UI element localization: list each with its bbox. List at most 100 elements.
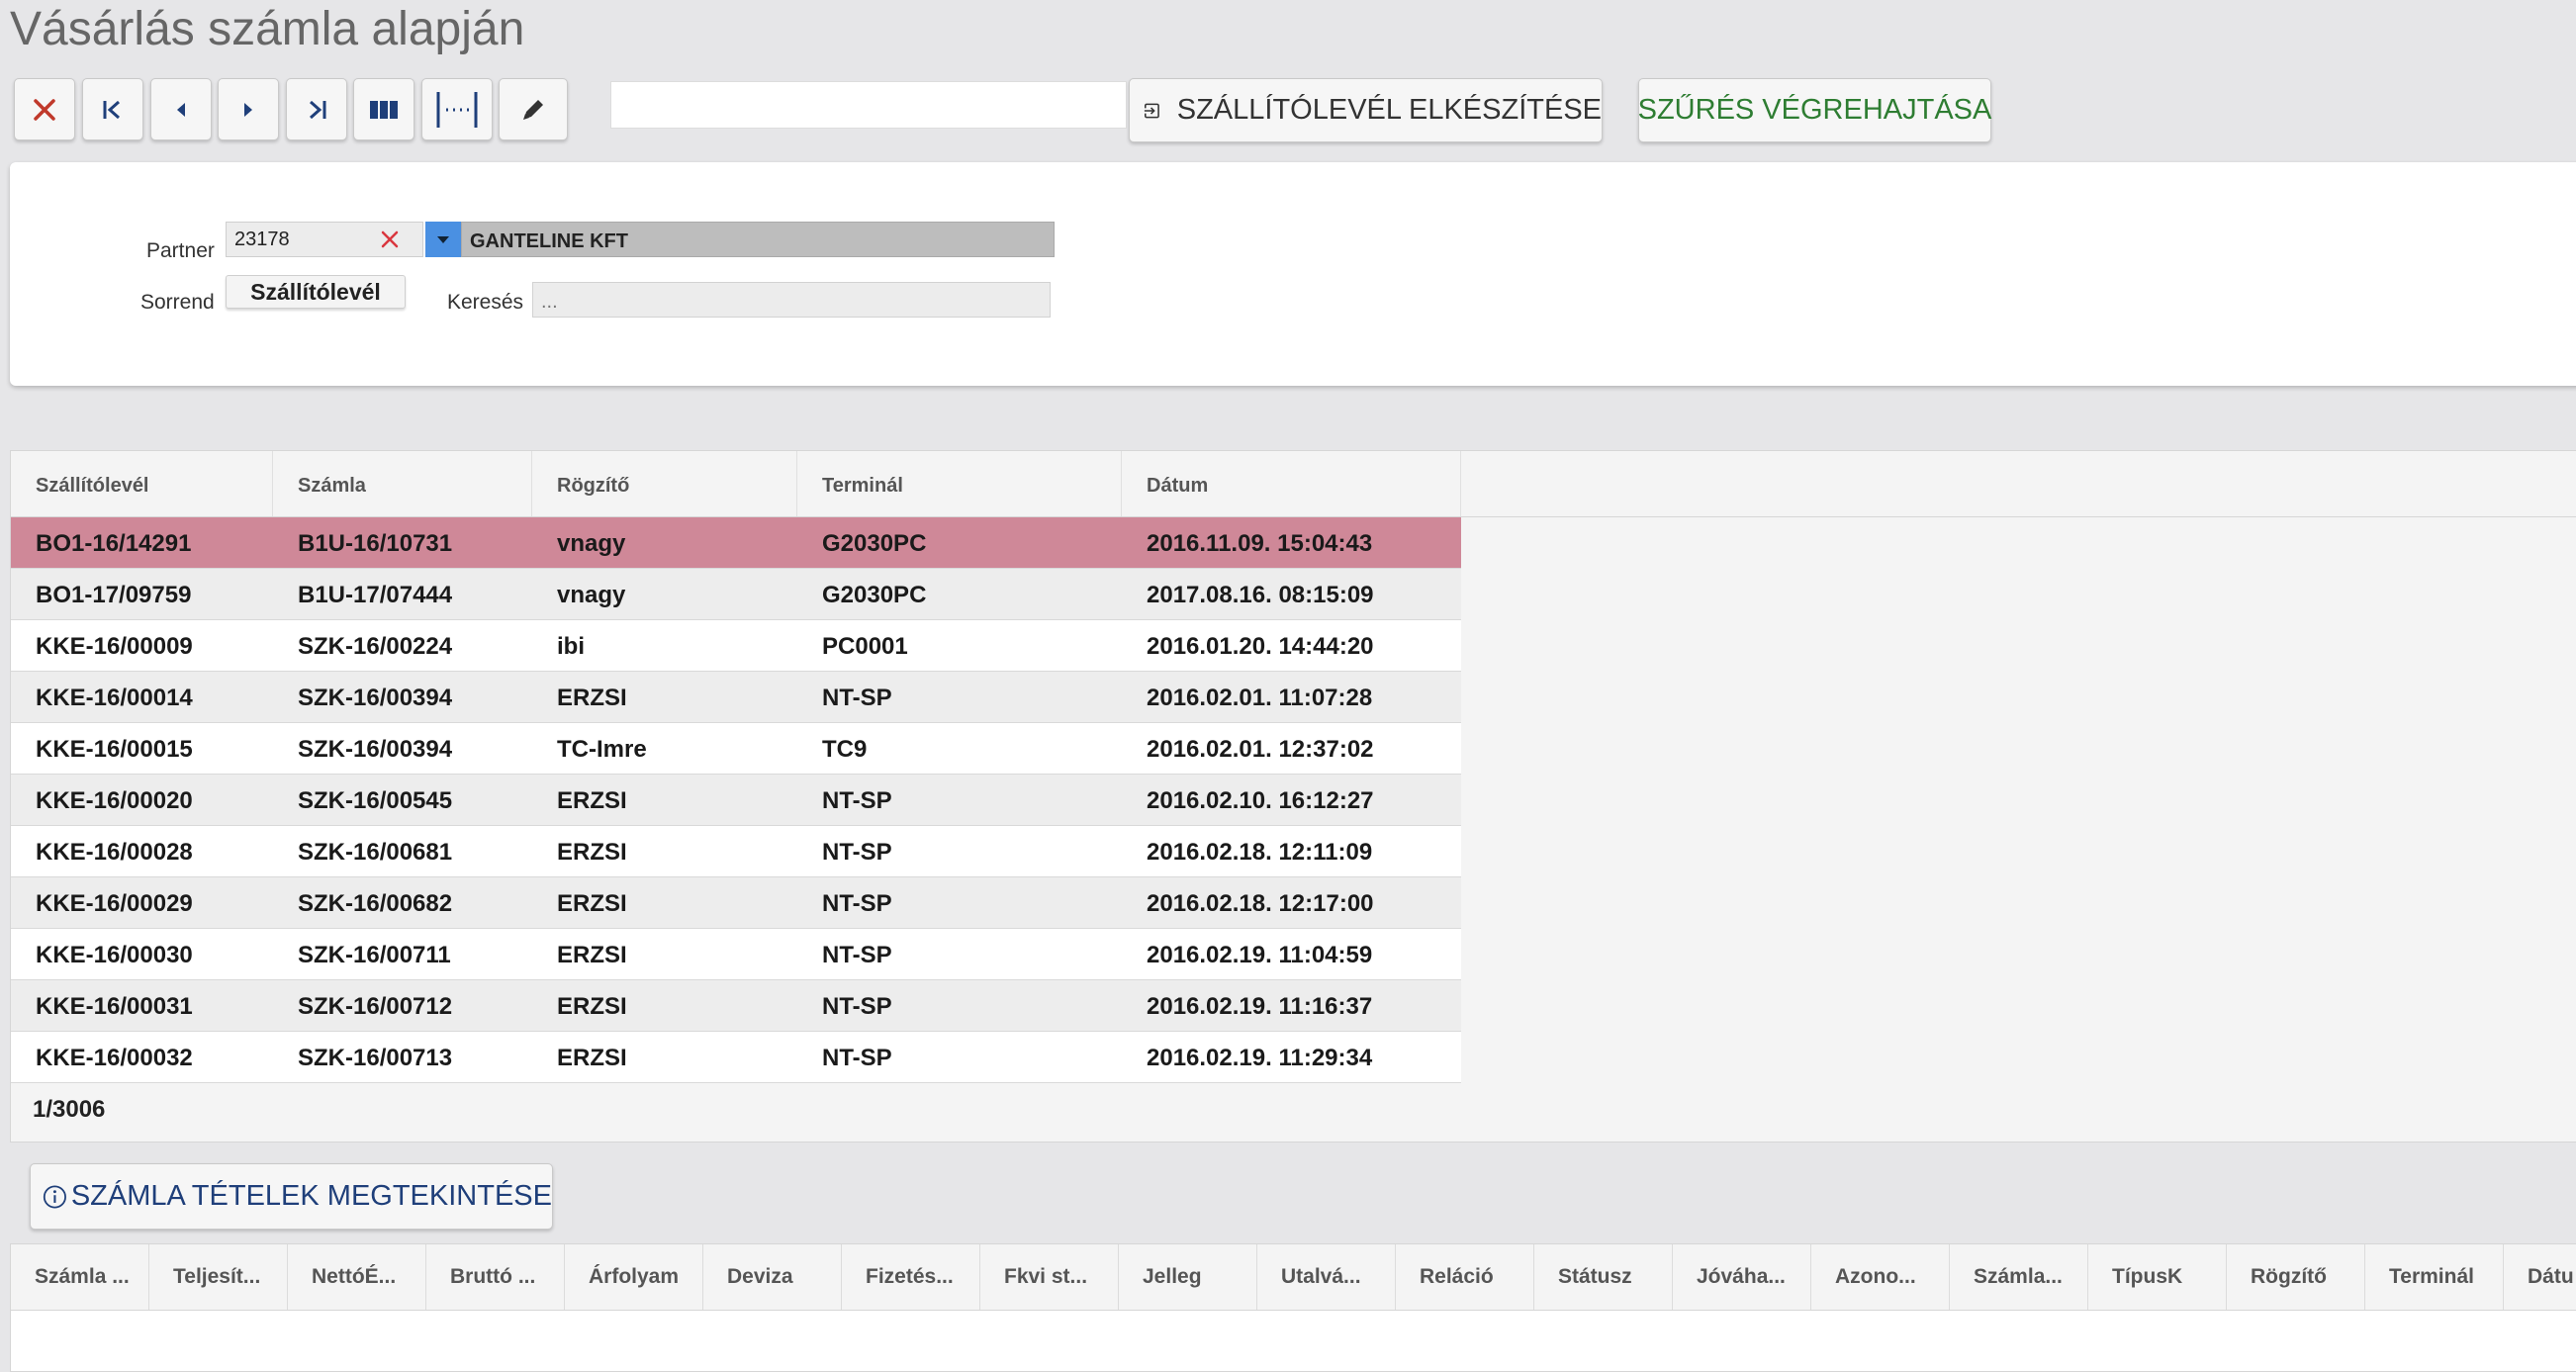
table-row[interactable]: KKE-16/00030 SZK-16/00711 ERZSI NT-SP 2016.0… (11, 929, 1461, 980)
detail-col-header[interactable]: Státusz (1534, 1244, 1673, 1310)
detail-col-header[interactable]: Jóváha... (1673, 1244, 1811, 1310)
cell-terminal: NT-SP (822, 839, 892, 866)
clear-icon (381, 230, 399, 248)
cell-delivery-note: KKE-16/00015 (36, 736, 193, 763)
detail-col-header[interactable]: Fizetés... (842, 1244, 980, 1310)
cell-delivery-note: KKE-16/00030 (36, 942, 193, 968)
column-width-icon (436, 91, 478, 128)
cell-date: 2016.02.01. 11:07:28 (1147, 685, 1373, 711)
cell-invoice: SZK-16/00711 (298, 942, 451, 968)
table-row[interactable]: KKE-16/00028 SZK-16/00681 ERZSI NT-SP 2016.0… (11, 826, 1461, 877)
detail-col-header[interactable]: Árfolyam (565, 1244, 703, 1310)
cell-date: 2016.02.01. 12:37:02 (1147, 736, 1374, 763)
cell-terminal: NT-SP (822, 685, 892, 711)
cell-recorder: ERZSI (557, 1045, 627, 1071)
table-row[interactable]: KKE-16/00032 SZK-16/00713 ERZSI NT-SP 2016.0… (11, 1032, 1461, 1083)
cell-delivery-note: KKE-16/00029 (36, 890, 193, 917)
search-input[interactable]: ... (532, 282, 1051, 318)
cell-date: 2016.02.18. 12:17:00 (1147, 890, 1374, 917)
table-row[interactable]: KKE-16/00020 SZK-16/00545 ERZSI NT-SP 2016.0… (11, 775, 1461, 826)
view-invoice-items-button[interactable]: SZÁMLA TÉTELEK MEGTEKINTÉSE (30, 1163, 553, 1230)
col-header-delivery-note[interactable]: Szállítólevél (11, 451, 273, 516)
sort-label: Sorrend (140, 291, 215, 314)
search-label: Keresés (447, 291, 524, 314)
col-header-date[interactable]: Dátum (1122, 451, 1461, 516)
cell-delivery-note: BO1-16/14291 (36, 530, 192, 557)
edit-button[interactable] (499, 78, 568, 140)
cell-recorder: vnagy (557, 582, 626, 608)
detail-col-header[interactable]: Deviza (703, 1244, 842, 1310)
last-record-button[interactable] (286, 78, 347, 140)
info-icon (43, 1184, 66, 1209)
cell-invoice: SZK-16/00713 (298, 1045, 453, 1071)
cell-date: 2016.11.09. 15:04:43 (1147, 530, 1373, 557)
cell-recorder: ERZSI (557, 685, 627, 711)
prev-icon (177, 102, 185, 117)
prev-record-button[interactable] (150, 78, 212, 140)
pager-indicator: 1/3006 (33, 1096, 106, 1123)
view-invoice-items-label: SZÁMLA TÉTELEK MEGTEKINTÉSE (70, 1180, 552, 1212)
detail-col-header[interactable]: Bruttó ... (426, 1244, 565, 1310)
column-width-button[interactable] (421, 78, 493, 140)
col-header-invoice[interactable]: Számla (273, 451, 532, 516)
columns-button[interactable] (353, 78, 414, 140)
detail-col-header[interactable]: Rögzítő (2227, 1244, 2365, 1310)
table-row[interactable]: KKE-16/00015 SZK-16/00394 TC-Imre TC9 2016.0… (11, 723, 1461, 775)
col-header-recorder[interactable]: Rögzítő (532, 451, 797, 516)
detail-col-header[interactable]: Számla ... (11, 1244, 149, 1310)
create-delivery-note-button[interactable]: SZÁLLÍTÓLEVÉL ELKÉSZÍTÉSE (1129, 78, 1603, 142)
cell-recorder: ERZSI (557, 890, 627, 917)
cell-terminal: NT-SP (822, 942, 892, 968)
filter-panel (10, 162, 2576, 386)
cell-recorder: ERZSI (557, 839, 627, 866)
table-row[interactable]: KKE-16/00009 SZK-16/00224 ibi PC0001 2016.01… (11, 620, 1461, 672)
cell-delivery-note: KKE-16/00020 (36, 787, 193, 814)
export-icon (1144, 103, 1159, 118)
table-row[interactable]: KKE-16/00029 SZK-16/00682 ERZSI NT-SP 2016.0… (11, 877, 1461, 929)
cell-date: 2016.02.19. 11:29:34 (1147, 1045, 1373, 1071)
clear-partner-button[interactable] (376, 226, 404, 253)
cell-invoice: SZK-16/00394 (298, 736, 453, 763)
close-button[interactable] (14, 78, 75, 140)
edit-icon (523, 99, 543, 120)
table-row[interactable]: BO1-17/09759 B1U-17/07444 vnagy G2030PC 2017… (11, 569, 1461, 620)
detail-col-header[interactable]: NettóÉ... (288, 1244, 426, 1310)
run-filter-button[interactable]: SZŰRÉS VÉGREHAJTÁSA (1638, 78, 1991, 142)
detail-col-header[interactable]: Azono... (1811, 1244, 1950, 1310)
first-record-button[interactable] (82, 78, 143, 140)
top-text-input[interactable] (610, 81, 1127, 129)
next-icon (244, 102, 252, 117)
table-row[interactable]: KKE-16/00014 SZK-16/00394 ERZSI NT-SP 2016.0… (11, 672, 1461, 723)
detail-col-header[interactable]: Jelleg (1119, 1244, 1257, 1310)
cell-recorder: vnagy (557, 530, 626, 557)
cell-invoice: SZK-16/00545 (298, 787, 453, 814)
detail-col-header[interactable]: Dátu (2504, 1244, 2576, 1310)
cell-recorder: ERZSI (557, 993, 627, 1020)
cell-delivery-note: KKE-16/00031 (36, 993, 193, 1020)
partner-dropdown-button[interactable] (425, 222, 461, 257)
table-row[interactable]: BO1-16/14291 B1U-16/10731 vnagy G2030PC 2016… (11, 517, 1461, 569)
next-record-button[interactable] (218, 78, 279, 140)
cell-recorder: TC-Imre (557, 736, 647, 763)
first-icon (103, 100, 120, 119)
detail-col-header[interactable]: Reláció (1396, 1244, 1534, 1310)
cell-invoice: SZK-16/00394 (298, 685, 453, 711)
table-row[interactable]: KKE-16/00031 SZK-16/00712 ERZSI NT-SP 2016.0… (11, 980, 1461, 1032)
cell-terminal: NT-SP (822, 787, 892, 814)
detail-col-header[interactable]: Számla... (1950, 1244, 2088, 1310)
detail-col-header[interactable]: Teljesít... (149, 1244, 288, 1310)
detail-col-header[interactable]: Terminál (2365, 1244, 2504, 1310)
delivery-notes-grid: Szállítólevél Számla Rögzítő Terminál Dá… (10, 450, 2576, 1143)
sort-selector[interactable]: Szállítólevél (226, 275, 406, 309)
cell-terminal: NT-SP (822, 1045, 892, 1071)
cell-terminal: G2030PC (822, 582, 927, 608)
cell-delivery-note: KKE-16/00014 (36, 685, 193, 711)
detail-col-header[interactable]: TípusK (2088, 1244, 2227, 1310)
detail-col-header[interactable]: Utalvá... (1257, 1244, 1396, 1310)
run-filter-label: SZŰRÉS VÉGREHAJTÁSA (1637, 94, 1992, 126)
detail-col-header[interactable]: Fkvi st... (980, 1244, 1119, 1310)
col-header-terminal[interactable]: Terminál (797, 451, 1122, 516)
partner-label: Partner (146, 239, 215, 262)
cell-date: 2016.02.19. 11:04:59 (1147, 942, 1373, 968)
chevron-down-icon (437, 236, 449, 243)
